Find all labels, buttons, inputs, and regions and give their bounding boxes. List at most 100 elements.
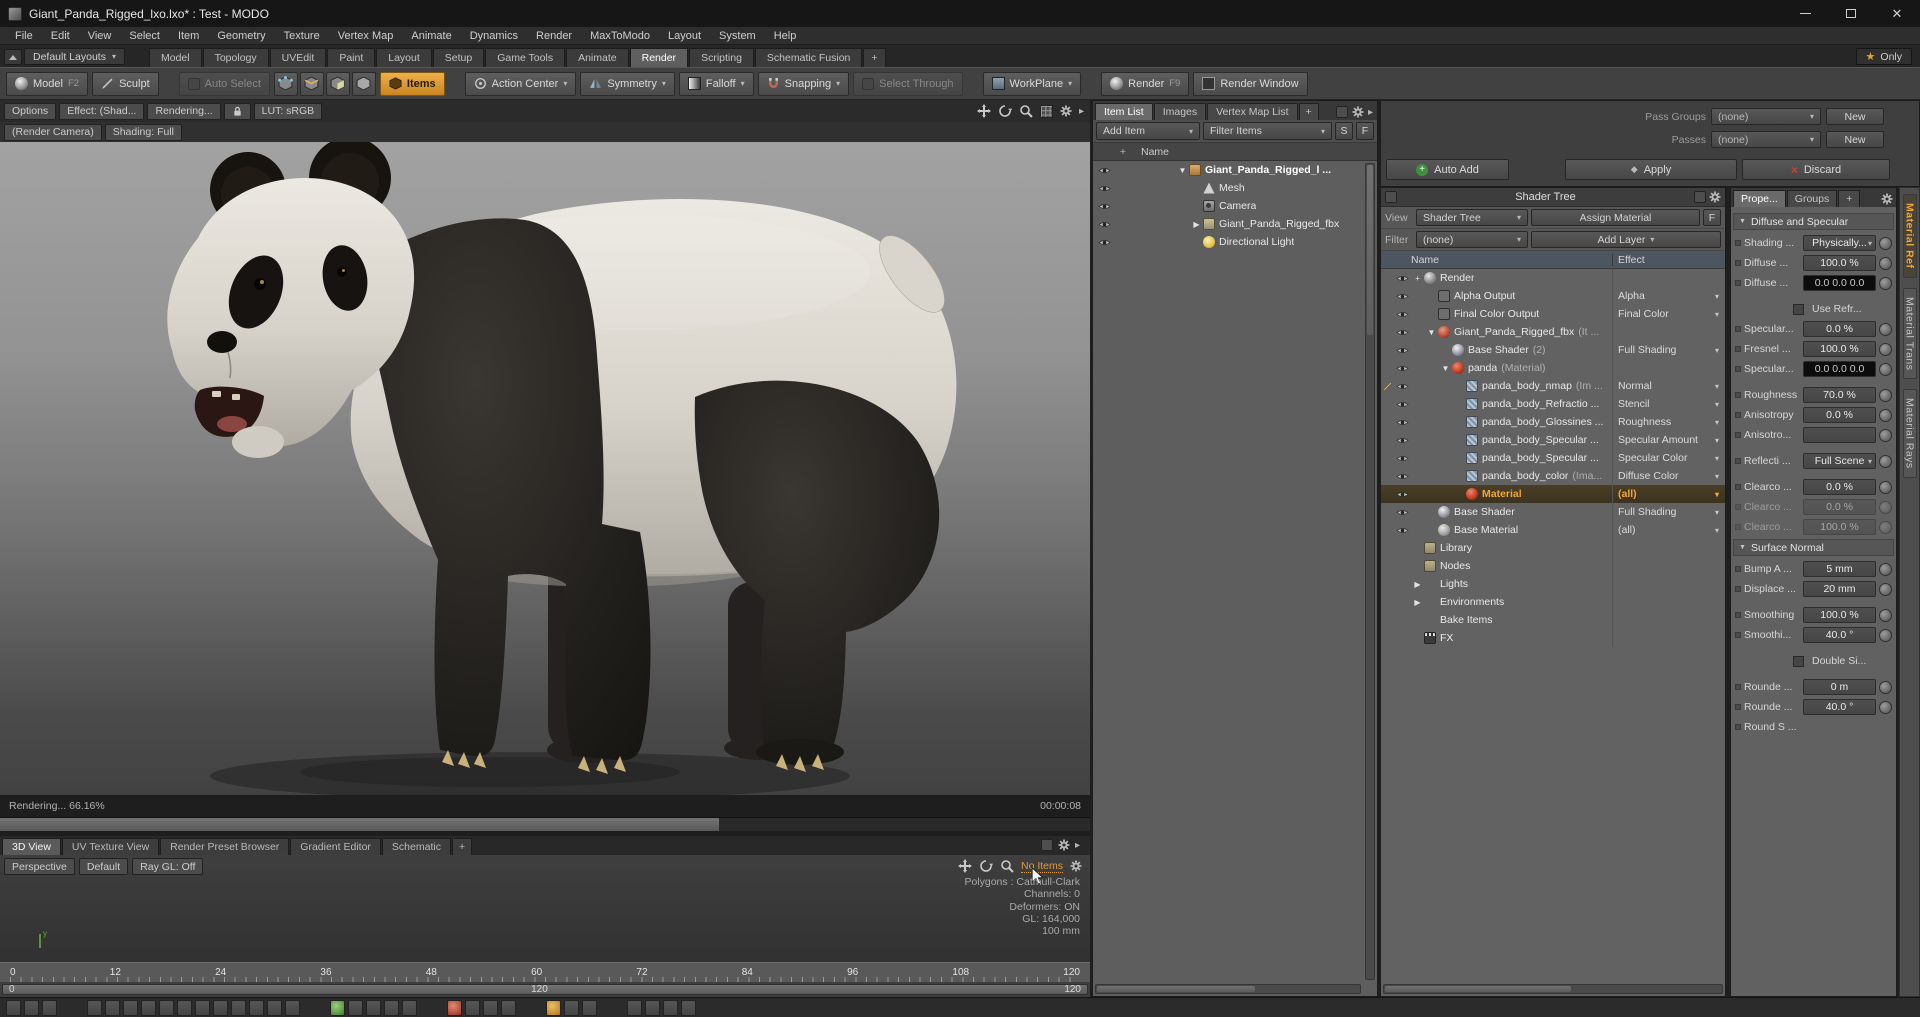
shader-row[interactable]: ▶ Environments ▾ [1381, 593, 1725, 611]
double-sided-checkbox[interactable] [1793, 655, 1804, 667]
visibility-eye-icon[interactable] [1097, 166, 1111, 175]
expander-icon[interactable]: ▶ [1412, 580, 1423, 589]
menu-item[interactable]: System [710, 30, 765, 42]
rounded-edge-width-field[interactable]: 0 m [1803, 679, 1876, 695]
pass-groups-dropdown[interactable]: (none) ▾ [1711, 108, 1821, 125]
envelope-icon[interactable] [1879, 608, 1892, 622]
bottom-pane-tab[interactable]: Gradient Editor [290, 838, 381, 855]
options-button[interactable]: Options [4, 102, 57, 120]
effect-dropdown-icon[interactable]: ▾ [1715, 400, 1725, 409]
tool-icon[interactable] [681, 1000, 696, 1016]
properties-tab[interactable]: Prope... [1733, 190, 1786, 207]
view-mode-dropdown[interactable]: Shader Tree ▾ [1416, 209, 1528, 226]
add-item-button[interactable]: Add Item ▾ [1096, 122, 1200, 140]
envelope-icon[interactable] [1879, 276, 1892, 290]
envelope-icon[interactable] [1879, 256, 1892, 270]
collapse-icon[interactable] [4, 49, 22, 65]
effect-cell[interactable]: ▾ [1612, 629, 1725, 647]
envelope-icon[interactable] [1879, 362, 1892, 376]
visibility-eye-icon[interactable] [1395, 418, 1409, 427]
expand-icon[interactable] [1040, 839, 1053, 851]
effect-cell[interactable]: Roughness ▾ [1612, 413, 1725, 431]
item-row[interactable]: Directional Light [1093, 233, 1377, 251]
envelope-icon[interactable] [1879, 454, 1892, 468]
clearcoat-2-field[interactable]: 0.0 % [1803, 499, 1876, 515]
orbit-icon[interactable] [998, 104, 1012, 118]
tool-icon[interactable] [627, 1000, 642, 1016]
expander-icon[interactable]: + [1412, 274, 1423, 283]
menu-item[interactable]: Layout [659, 30, 710, 42]
effect-cell[interactable]: ▾ [1612, 269, 1725, 287]
item-row[interactable]: Mesh [1093, 179, 1377, 197]
visibility-eye-icon[interactable] [1395, 400, 1409, 409]
item-list-tab[interactable]: Vertex Map List [1207, 103, 1298, 120]
vertical-form-tab[interactable]: Material Ref [1902, 194, 1917, 278]
effect-cell[interactable]: (all) ▾ [1612, 521, 1725, 539]
envelope-icon[interactable] [1879, 342, 1892, 356]
minimize-button[interactable] [1782, 0, 1828, 27]
effect-cell[interactable]: ▾ [1612, 539, 1725, 557]
effect-cell[interactable]: Specular Amount ▾ [1612, 431, 1725, 449]
envelope-icon[interactable] [1879, 680, 1892, 694]
tool-icon[interactable] [447, 1000, 462, 1016]
layout-tab[interactable]: UVEdit [269, 48, 327, 67]
add-column-icon[interactable]: + [1115, 146, 1131, 158]
shader-row[interactable]: Base Material (all) ▾ [1381, 521, 1725, 539]
clearcoat-3-field[interactable]: 100.0 % [1803, 519, 1876, 535]
tool-icon[interactable] [366, 1000, 381, 1016]
effect-button[interactable]: Effect: (Shad... [59, 102, 145, 120]
effect-dropdown-icon[interactable]: ▾ [1715, 346, 1725, 355]
visibility-eye-icon[interactable] [1097, 184, 1111, 193]
reflection-type-dropdown[interactable]: Full Scene [1803, 453, 1876, 469]
polygons-mode-icon[interactable] [325, 71, 350, 96]
shader-row[interactable]: Alpha Output Alpha ▾ [1381, 287, 1725, 305]
effect-dropdown-icon[interactable]: ▾ [1715, 490, 1725, 499]
rounded-edge-angle-field[interactable]: 40.0 ° [1803, 699, 1876, 715]
effect-dropdown-icon[interactable]: ▾ [1715, 526, 1725, 535]
properties-tab[interactable]: + [1838, 190, 1861, 207]
lut-button[interactable]: LUT: sRGB [253, 102, 323, 120]
effect-dropdown-icon[interactable]: ▾ [1715, 508, 1725, 517]
expand-icon[interactable] [1335, 106, 1348, 118]
shader-row[interactable]: FX ▾ [1381, 629, 1725, 647]
visibility-eye-icon[interactable] [1097, 238, 1111, 247]
layout-tab[interactable]: Setup [432, 48, 485, 67]
layout-preset-dropdown[interactable]: Default Layouts ▾ [24, 48, 125, 65]
tool-icon[interactable] [159, 1000, 174, 1016]
anisotropy-field[interactable]: 0.0 % [1803, 407, 1876, 423]
diffuse-color-swatch[interactable]: 0.0 0.0 0.0 [1803, 275, 1876, 291]
smoothing-field[interactable]: 100.0 % [1803, 607, 1876, 623]
vertical-form-tab[interactable]: Material Rays [1902, 389, 1917, 478]
shader-row[interactable]: Final Color Output Final Color ▾ [1381, 305, 1725, 323]
visibility-eye-icon[interactable] [1395, 472, 1409, 481]
menu-item[interactable]: Help [765, 30, 806, 42]
filter-dropdown[interactable]: (none) ▾ [1416, 231, 1528, 248]
bottom-pane-tab[interactable]: 3D View [2, 838, 61, 855]
tool-icon[interactable] [6, 1000, 21, 1016]
tool-icon[interactable] [141, 1000, 156, 1016]
effect-dropdown-icon[interactable]: ▾ [1715, 418, 1725, 427]
tool-icon[interactable] [645, 1000, 660, 1016]
assign-material-button[interactable]: Assign Material [1531, 209, 1700, 226]
visibility-eye-icon[interactable] [1395, 274, 1409, 283]
specular-color-swatch[interactable]: 0.0 0.0 0.0 [1803, 361, 1876, 377]
effect-dropdown-icon[interactable]: ▾ [1715, 454, 1725, 463]
apply-button[interactable]: ◆ Apply [1565, 159, 1737, 180]
effect-cell[interactable]: (all) ▾ [1612, 485, 1725, 503]
item-list-hscrollbar[interactable] [1095, 984, 1361, 994]
item-list-tab[interactable]: Images [1153, 103, 1207, 120]
shader-row[interactable]: + Render ▾ [1381, 269, 1725, 287]
tool-icon[interactable] [195, 1000, 210, 1016]
shading-model-dropdown[interactable]: Physically... [1803, 235, 1876, 251]
layout-tab[interactable]: Model [148, 48, 202, 67]
menu-item[interactable]: Vertex Map [329, 30, 403, 42]
shader-row[interactable]: Material (all) ▾ [1381, 485, 1725, 503]
panel-expand-icon[interactable]: ▸ [1075, 840, 1080, 851]
grid-icon[interactable] [1039, 104, 1053, 118]
use-refraction-checkbox[interactable] [1793, 303, 1804, 315]
smoothing-angle-field[interactable]: 40.0 ° [1803, 627, 1876, 643]
edges-mode-icon[interactable] [299, 71, 324, 96]
expand-icon[interactable] [1694, 191, 1706, 203]
sculpt-mode-button[interactable]: Sculpt [92, 71, 159, 96]
envelope-icon[interactable] [1879, 408, 1892, 422]
